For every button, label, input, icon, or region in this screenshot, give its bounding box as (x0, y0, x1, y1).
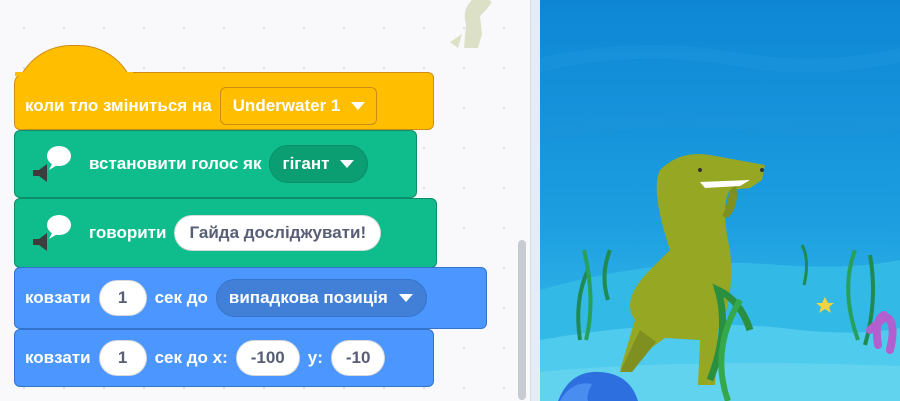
code-workspace[interactable]: коли тло зміниться на Underwater 1 встан… (0, 0, 530, 401)
y-input[interactable]: -10 (330, 340, 386, 376)
glide-seconds-input[interactable]: 1 (98, 280, 147, 316)
voice-dropdown[interactable]: гігант (269, 145, 369, 183)
glide-target-dropdown[interactable]: випадкова позиція (215, 279, 427, 317)
sec-to-label: сек до (154, 288, 208, 307)
workspace-scrollbar[interactable] (518, 240, 526, 400)
dropdown-caret-icon (351, 102, 366, 110)
glide-label: ковзати (25, 348, 91, 367)
speak-label: говорити (89, 223, 167, 242)
glide-seconds-input[interactable]: 1 (98, 340, 147, 376)
dropdown-caret-icon (340, 160, 355, 168)
voice-value: гігант (282, 154, 330, 173)
sec-to-x-label: сек до x: (154, 348, 228, 367)
backdrop-value: Underwater 1 (232, 96, 341, 115)
x-input[interactable]: -100 (235, 340, 300, 376)
speak-text-input[interactable]: Гайда досліджувати! (174, 215, 382, 251)
ghost-dinosaur-sprite (450, 0, 492, 48)
hat-cap-joint (15, 72, 133, 76)
set-voice-block[interactable]: встановити голос як гігант (14, 130, 417, 198)
speaker-speech-icon (33, 215, 71, 251)
dropdown-caret-icon (398, 294, 413, 302)
y-label: y: (307, 348, 323, 367)
hat-block-label: коли тло зміниться на (25, 96, 212, 115)
glide-to-random-block[interactable]: ковзати 1 сек до випадкова позиція (14, 267, 487, 329)
glide-to-xy-block[interactable]: ковзати 1 сек до x: -100 y: -10 (14, 329, 434, 387)
glide-target-value: випадкова позиція (228, 288, 388, 307)
speak-block[interactable]: говорити Гайда досліджувати! (14, 198, 437, 268)
backdrop-dropdown[interactable]: Underwater 1 (219, 87, 378, 125)
glide-label: ковзати (25, 288, 91, 307)
stage-canvas[interactable] (540, 0, 900, 401)
underwater-backdrop (540, 0, 900, 401)
when-backdrop-switches-block[interactable]: коли тло зміниться на Underwater 1 (14, 72, 434, 130)
speaker-speech-icon (33, 146, 71, 182)
set-voice-label: встановити голос як (89, 154, 262, 173)
